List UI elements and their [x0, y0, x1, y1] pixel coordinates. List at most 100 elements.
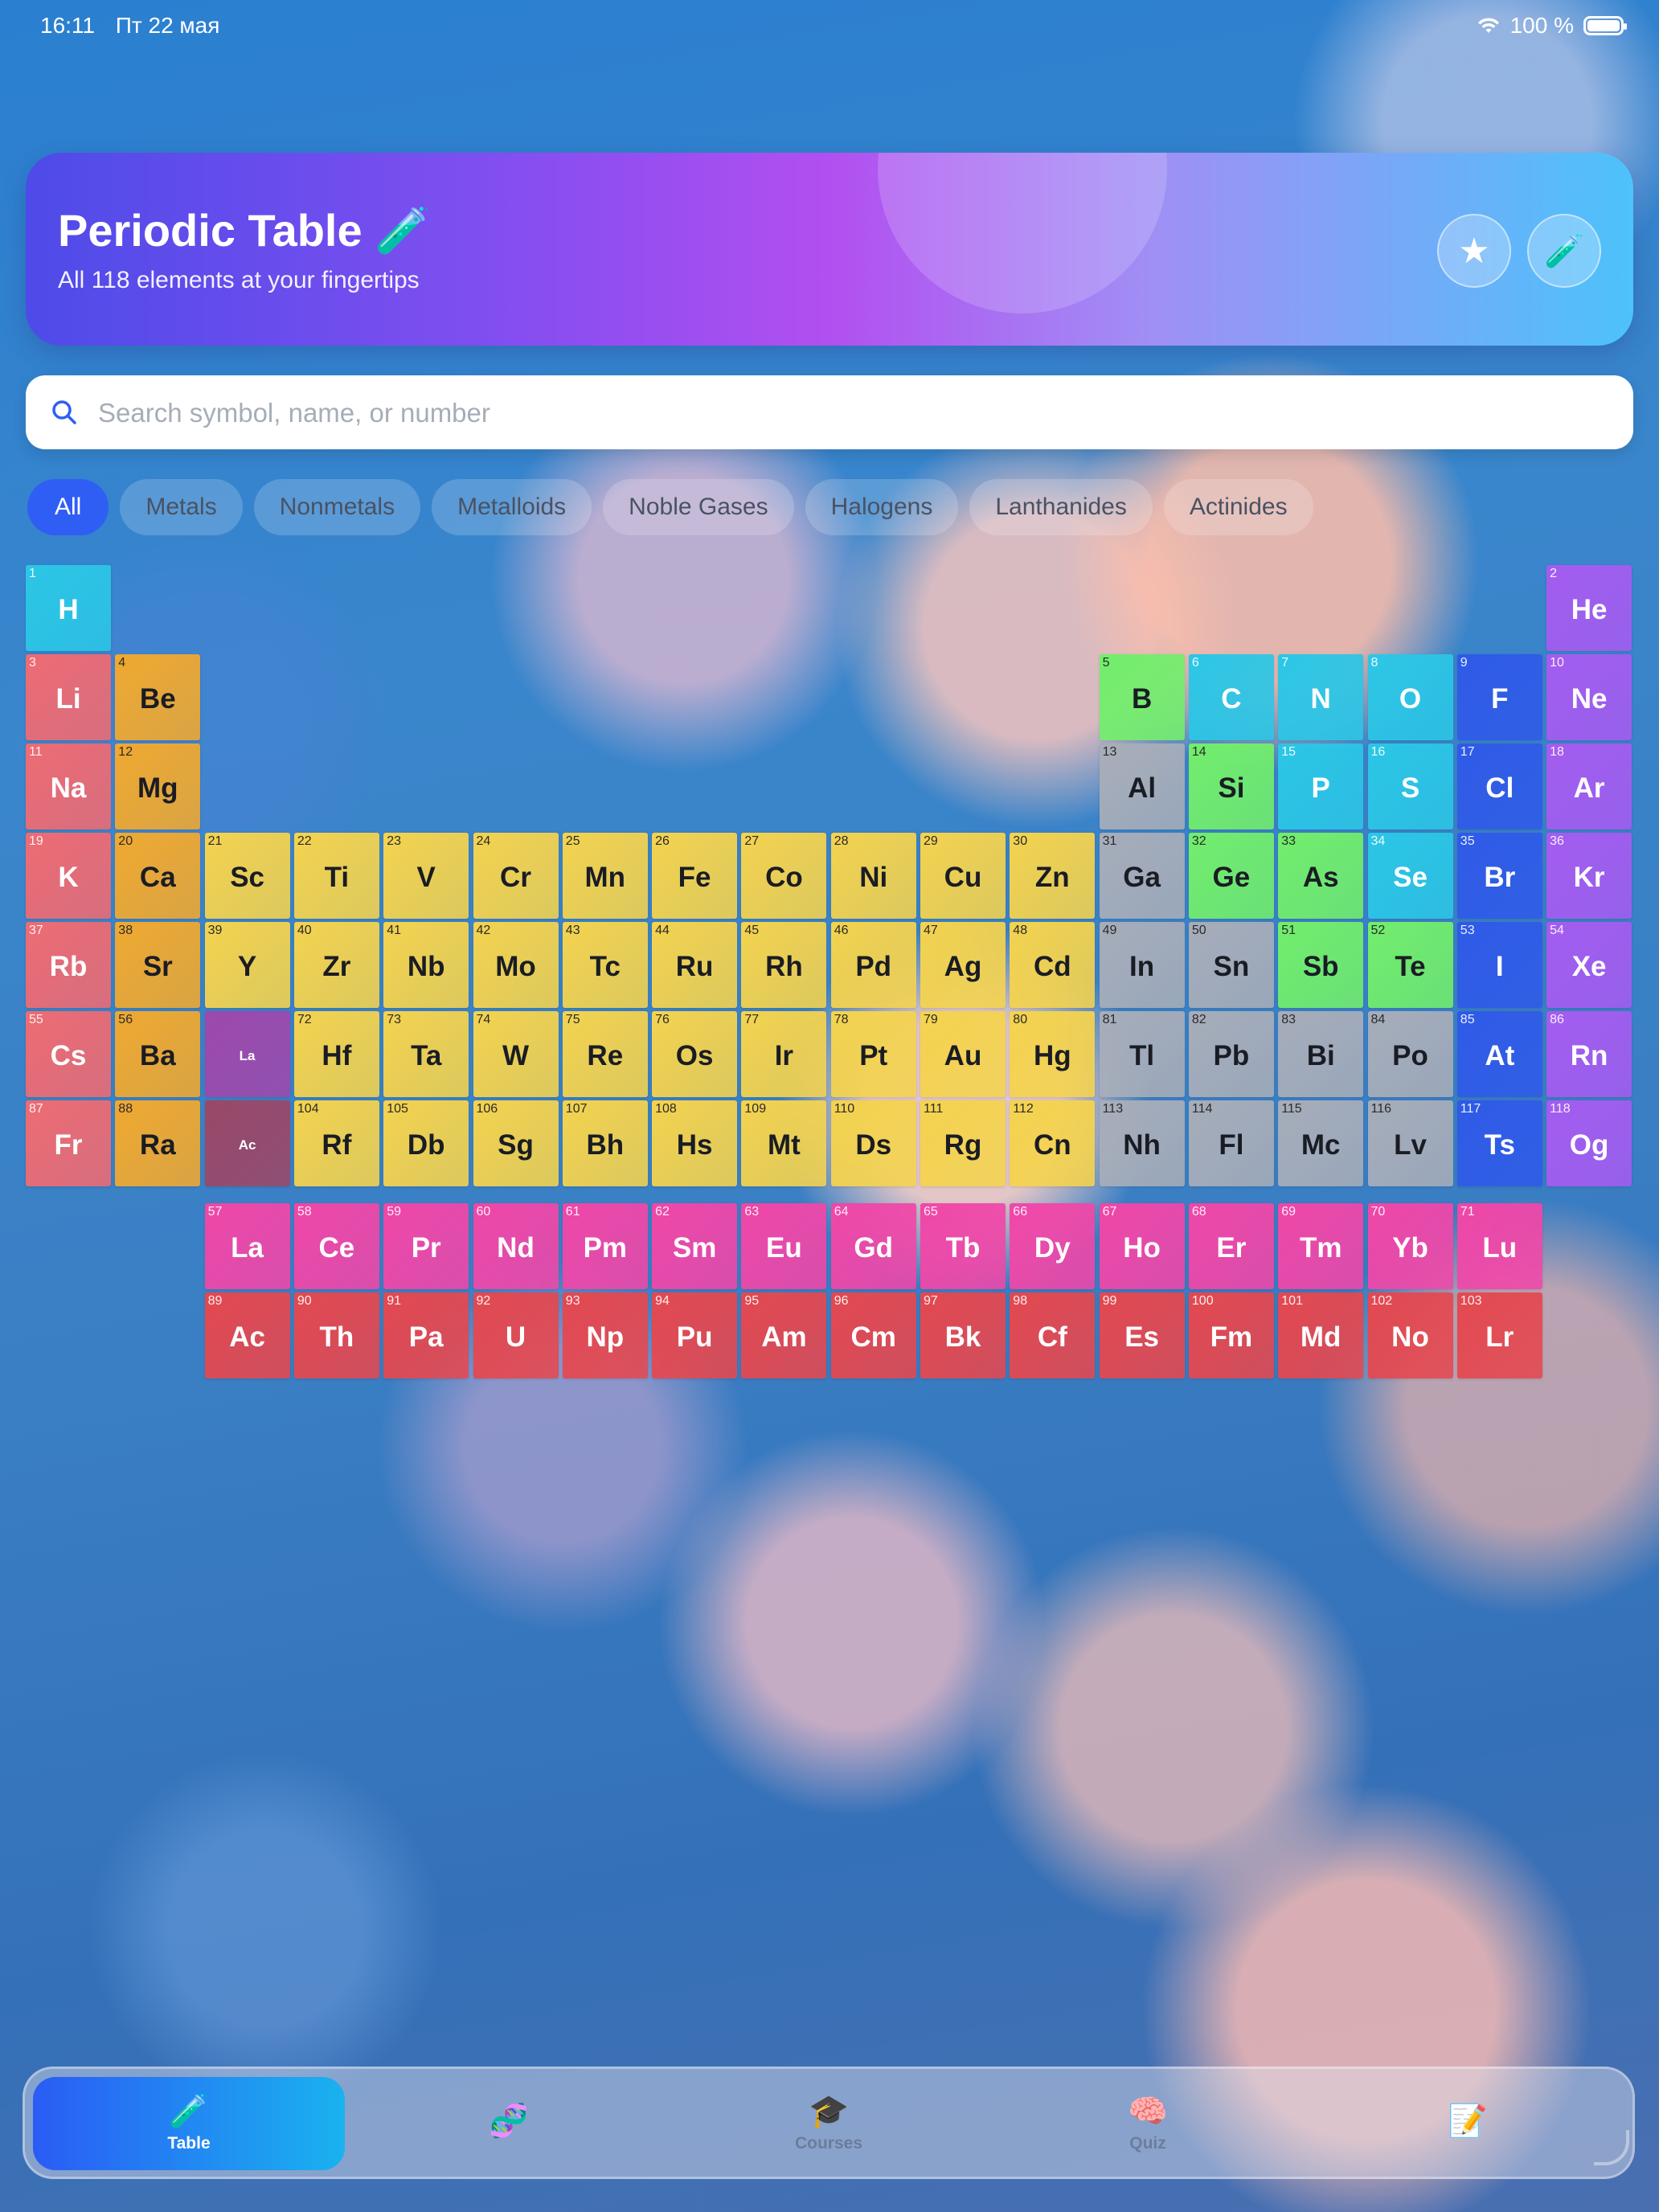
element-o[interactable]: 8O	[1367, 654, 1453, 740]
element-al[interactable]: 13 Al	[1099, 743, 1185, 830]
element-be[interactable]: 4 Be	[115, 654, 201, 740]
element-k[interactable]: 19 K	[26, 833, 111, 919]
element-v[interactable]: 23 V	[383, 833, 469, 919]
element-nd[interactable]: 60 Nd	[473, 1203, 559, 1289]
element-si[interactable]: 14 Si	[1188, 743, 1274, 830]
element-pt[interactable]: 78 Pt	[830, 1011, 916, 1097]
element-fm[interactable]: 100 Fm	[1188, 1292, 1274, 1378]
element-mn[interactable]: 25 Mn	[562, 833, 648, 919]
element-sb[interactable]: 51 Sb	[1278, 922, 1364, 1008]
element-ho[interactable]: 67 Ho	[1099, 1203, 1185, 1289]
element-am[interactable]: 95 Am	[741, 1292, 827, 1378]
element-sm[interactable]: 62 Sm	[652, 1203, 738, 1289]
element-sr[interactable]: 38 Sr	[115, 922, 201, 1008]
element-li[interactable]: 3 Li	[26, 654, 111, 740]
element-pd[interactable]: 46 Pd	[830, 922, 916, 1008]
element-zr[interactable]: 40 Zr	[293, 922, 379, 1008]
element-pu[interactable]: 94 Pu	[652, 1292, 738, 1378]
element-db[interactable]: 105 Db	[383, 1100, 469, 1186]
element-ni[interactable]: 28 Ni	[830, 833, 916, 919]
element-mc[interactable]: 115 Mc	[1278, 1100, 1364, 1186]
element-te[interactable]: 52 Te	[1367, 922, 1453, 1008]
element-lv[interactable]: 116 Lv	[1367, 1100, 1453, 1186]
element-w[interactable]: 74 W	[473, 1011, 559, 1097]
element-hs[interactable]: 108 Hs	[652, 1100, 738, 1186]
tab-table[interactable]: 🧪 Table	[33, 2077, 345, 2170]
element-ra[interactable]: 88 Ra	[115, 1100, 201, 1186]
element-pa[interactable]: 91 Pa	[383, 1292, 469, 1378]
element-nb[interactable]: 41 Nb	[383, 922, 469, 1008]
element-ba[interactable]: 56 Ba	[115, 1011, 201, 1097]
element-no[interactable]: 102 No	[1367, 1292, 1453, 1378]
element-xe[interactable]: 54 Xe	[1546, 922, 1632, 1008]
element-ga[interactable]: 31 Ga	[1099, 833, 1185, 919]
tab-molecules[interactable]: 🧬	[353, 2077, 665, 2170]
element-re[interactable]: 75 Re	[562, 1011, 648, 1097]
element-ar[interactable]: 18 Ar	[1546, 743, 1632, 830]
element-cn[interactable]: 112 Cn	[1010, 1100, 1096, 1186]
element-eu[interactable]: 63 Eu	[741, 1203, 827, 1289]
element-sn[interactable]: 50 Sn	[1188, 922, 1274, 1008]
element-os[interactable]: 76 Os	[652, 1011, 738, 1097]
element-ti[interactable]: 22 Ti	[293, 833, 379, 919]
element-na[interactable]: 11 Na	[26, 743, 111, 830]
element-hf[interactable]: 72 Hf	[293, 1011, 379, 1097]
element-dy[interactable]: 66 Dy	[1010, 1203, 1096, 1289]
element-hg[interactable]: 80 Hg	[1010, 1011, 1096, 1097]
element-f[interactable]: 9F	[1456, 654, 1542, 740]
element-yb[interactable]: 70 Yb	[1367, 1203, 1453, 1289]
element-tc[interactable]: 43 Tc	[562, 922, 648, 1008]
element-rb[interactable]: 37 Rb	[26, 922, 111, 1008]
element-lu[interactable]: 71 Lu	[1456, 1203, 1542, 1289]
element-bh[interactable]: 107 Bh	[562, 1100, 648, 1186]
element-fr[interactable]: 87 Fr	[26, 1100, 111, 1186]
element-at[interactable]: 85 At	[1456, 1011, 1542, 1097]
element-ir[interactable]: 77 Ir	[741, 1011, 827, 1097]
element-pb[interactable]: 82 Pb	[1188, 1011, 1274, 1097]
element-se[interactable]: 34 Se	[1367, 833, 1453, 919]
element-nh[interactable]: 113 Nh	[1099, 1100, 1185, 1186]
element-b[interactable]: 5B	[1099, 654, 1185, 740]
element-tl[interactable]: 81 Tl	[1099, 1011, 1185, 1097]
element-au[interactable]: 79 Au	[920, 1011, 1006, 1097]
element-la[interactable]: 57 La	[204, 1203, 290, 1289]
element-cs[interactable]: 55 Cs	[26, 1011, 111, 1097]
element-rf[interactable]: 104 Rf	[293, 1100, 379, 1186]
element-br[interactable]: 35 Br	[1456, 833, 1542, 919]
element-ca[interactable]: 20 Ca	[115, 833, 201, 919]
tab-quiz[interactable]: 🧠 Quiz	[992, 2077, 1304, 2170]
element-md[interactable]: 101 Md	[1278, 1292, 1364, 1378]
element-og[interactable]: 118 Og	[1546, 1100, 1632, 1186]
element-rh[interactable]: 45 Rh	[741, 922, 827, 1008]
element-cm[interactable]: 96 Cm	[830, 1292, 916, 1378]
element-kr[interactable]: 36 Kr	[1546, 833, 1632, 919]
element-mo[interactable]: 42 Mo	[473, 922, 559, 1008]
element-zn[interactable]: 30 Zn	[1010, 833, 1096, 919]
element-ag[interactable]: 47 Ag	[920, 922, 1006, 1008]
element-ds[interactable]: 110 Ds	[830, 1100, 916, 1186]
element-bi[interactable]: 83 Bi	[1278, 1011, 1364, 1097]
element-ru[interactable]: 44 Ru	[652, 922, 738, 1008]
element-rn[interactable]: 86 Rn	[1546, 1011, 1632, 1097]
element-ge[interactable]: 32 Ge	[1188, 833, 1274, 919]
element-cf[interactable]: 98 Cf	[1010, 1292, 1096, 1378]
element-he[interactable]: 2 He	[1546, 565, 1632, 651]
element-u[interactable]: 92 U	[473, 1292, 559, 1378]
element-mg[interactable]: 12 Mg	[115, 743, 201, 830]
element-fl[interactable]: 114 Fl	[1188, 1100, 1274, 1186]
element-cl[interactable]: 17 Cl	[1456, 743, 1542, 830]
element-es[interactable]: 99 Es	[1099, 1292, 1185, 1378]
element-s[interactable]: 16 S	[1367, 743, 1453, 830]
element-cr[interactable]: 24 Cr	[473, 833, 559, 919]
element-ac[interactable]: 89 Ac	[204, 1292, 290, 1378]
element-pr[interactable]: 59 Pr	[383, 1203, 469, 1289]
element-placeholder-la[interactable]: La	[204, 1011, 290, 1097]
element-po[interactable]: 84 Po	[1367, 1011, 1453, 1097]
element-tm[interactable]: 69 Tm	[1278, 1203, 1364, 1289]
element-fe[interactable]: 26 Fe	[652, 833, 738, 919]
element-n[interactable]: 7N	[1278, 654, 1364, 740]
element-as[interactable]: 33 As	[1278, 833, 1364, 919]
element-ta[interactable]: 73 Ta	[383, 1011, 469, 1097]
element-co[interactable]: 27 Co	[741, 833, 827, 919]
element-sc[interactable]: 21 Sc	[204, 833, 290, 919]
